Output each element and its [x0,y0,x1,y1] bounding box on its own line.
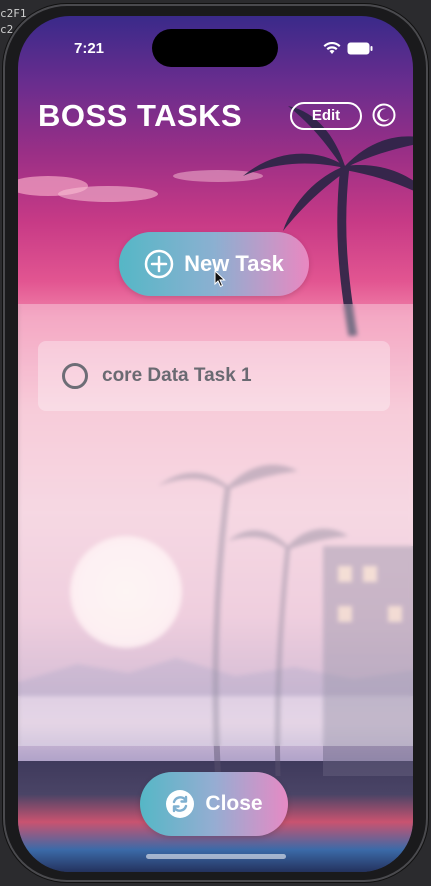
status-time: 7:21 [74,40,105,57]
mouse-cursor-icon [214,270,226,288]
dynamic-island [152,29,278,67]
home-indicator [146,854,286,859]
app-screen: 7:21 BOSS TASKS Edit New Task core Data … [18,16,413,872]
app-title: BOSS TASKS [38,98,243,133]
close-button[interactable]: Close [140,772,288,836]
task-row[interactable]: core Data Task 1 [38,341,390,411]
task-label: core Data Task 1 [102,365,252,386]
plus-circle-icon [144,249,174,279]
wifi-icon [323,42,341,54]
task-checkbox[interactable] [62,363,88,389]
refresh-circle-icon [166,790,195,818]
status-indicators [323,42,373,55]
new-task-label: New Task [184,251,284,276]
close-label: Close [205,792,263,815]
palm-tree-decoration [243,106,413,336]
theme-toggle-button[interactable] [372,103,396,127]
edge-text-line-1: c2F1 [0,7,27,20]
edit-button[interactable]: Edit [290,102,362,130]
moon-icon [372,103,396,127]
battery-icon [347,42,373,55]
